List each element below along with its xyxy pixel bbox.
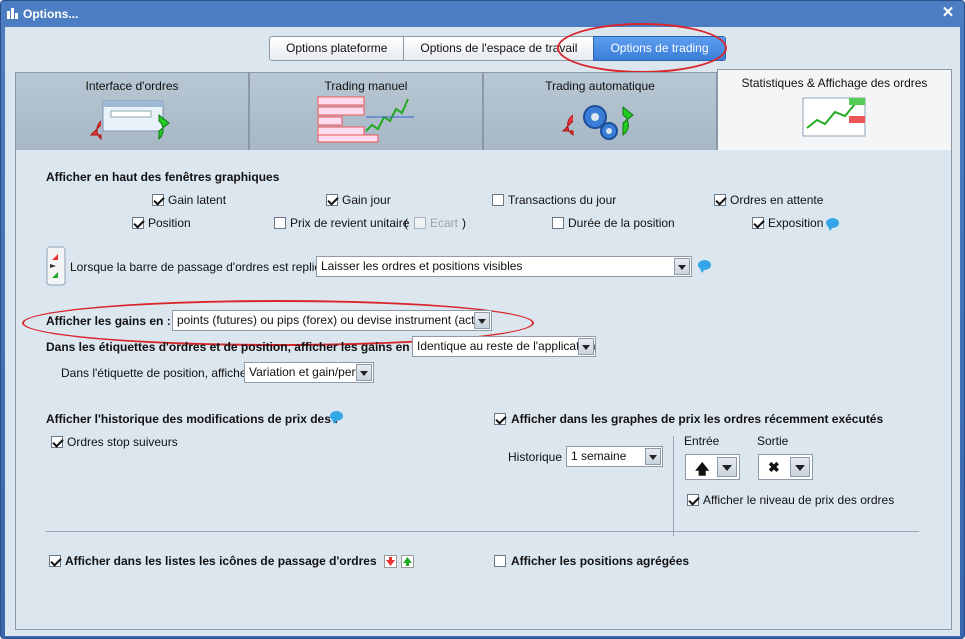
sortie-label: Sortie: [757, 434, 789, 448]
gain-latent-label: Gain latent: [168, 193, 227, 207]
dialog-content: Options plateforme Options de l'espace d…: [5, 23, 960, 636]
chevron-down-icon: [578, 338, 594, 355]
tab-label: Statistiques & Affichage des ordres: [741, 76, 928, 90]
niveau-prix-checkbox[interactable]: [687, 494, 699, 506]
entree-label: Entrée: [684, 434, 720, 448]
labels-gains-select[interactable]: Identique au reste de l'application: [412, 336, 596, 357]
chevron-down-icon: [790, 457, 810, 477]
tab-statistiques-affichage[interactable]: Statistiques & Affichage des ordres: [717, 69, 952, 151]
paren-open: (: [404, 216, 408, 230]
window-title: Options...: [23, 7, 79, 21]
position-label: Position: [148, 216, 191, 230]
prix-revient-label: Prix de revient unitaire: [290, 216, 410, 230]
arrow-up-icon: 🡅: [695, 461, 710, 477]
chevron-down-icon: [645, 448, 661, 465]
gains-label: Afficher les gains en :: [46, 314, 171, 328]
labels-gains-value: Identique au reste de l'application: [417, 339, 596, 353]
transactions-jour-label: Transactions du jour: [508, 193, 617, 207]
niveau-prix-label: Afficher le niveau de prix des ordres: [703, 493, 895, 507]
tab-trading-manuel[interactable]: Trading manuel: [249, 72, 483, 150]
ordres-attente-checkbox[interactable]: [714, 194, 726, 206]
chart-windows-heading: Afficher en haut des fenêtres graphiques: [46, 170, 280, 184]
tab-label: Interface d'ordres: [85, 79, 179, 93]
gain-jour-label: Gain jour: [342, 193, 391, 207]
prix-revient-checkbox[interactable]: [274, 217, 286, 229]
buy-order-icon: [401, 555, 414, 568]
title-bar: Options... ✕: [1, 1, 964, 27]
sortie-icon-select[interactable]: ✖: [758, 454, 813, 480]
tab-label: Trading manuel: [324, 79, 408, 93]
collapsed-bar-label: Lorsque la barre de passage d'ordres est…: [70, 260, 335, 274]
ecart-checkbox[interactable]: [414, 217, 426, 229]
entree-icon-select[interactable]: 🡅: [685, 454, 740, 480]
position-label-select[interactable]: Variation et gain/perte: [244, 362, 374, 383]
tab-interface-ordres[interactable]: Interface d'ordres: [15, 72, 249, 150]
chevron-down-icon: [356, 364, 372, 381]
collapsed-bar-value: Laisser les ordres et positions visibles: [321, 259, 523, 273]
highlight-ellipse-trading-tab: [557, 23, 727, 73]
info-bubble-icon[interactable]: [826, 218, 839, 231]
exposition-label: Exposition: [768, 216, 824, 230]
position-label-value: Variation et gain/perte: [249, 365, 366, 379]
ecart-label: Ecart: [430, 216, 459, 230]
stop-suiveurs-checkbox[interactable]: [51, 436, 63, 448]
vertical-divider: [673, 436, 674, 536]
recent-orders-checkbox[interactable]: [494, 413, 506, 425]
duree-position-label: Durée de la position: [568, 216, 675, 230]
transactions-jour-checkbox[interactable]: [492, 194, 504, 206]
info-bubble-icon[interactable]: [698, 260, 711, 273]
exposition-checkbox[interactable]: [752, 217, 764, 229]
order-interface-icon: [89, 100, 170, 141]
gains-value: points (futures) ou pips (forex) ou devi…: [177, 313, 492, 327]
statistics-panel: Afficher en haut des fenêtres graphiques…: [15, 150, 952, 630]
labels-gains-label: Dans les étiquettes d'ordres et de posit…: [46, 340, 417, 354]
gains-select[interactable]: points (futures) ou pips (forex) ou devi…: [172, 310, 492, 331]
historique-label: Historique: [508, 450, 563, 464]
chevron-down-icon: [674, 258, 690, 275]
paren-close: ): [462, 216, 466, 230]
duree-position-checkbox[interactable]: [552, 217, 564, 229]
gain-latent-checkbox[interactable]: [152, 194, 164, 206]
stop-suiveurs-label: Ordres stop suiveurs: [67, 435, 178, 449]
info-bubble-icon[interactable]: [330, 411, 343, 424]
gain-jour-checkbox[interactable]: [326, 194, 338, 206]
options-window: Options... ✕ Options plateforme Options …: [0, 0, 965, 639]
horizontal-divider: [46, 531, 919, 532]
position-checkbox[interactable]: [132, 217, 144, 229]
recent-orders-heading: Afficher dans les graphes de prix les or…: [511, 412, 884, 426]
history-heading: Afficher l'historique des modifications …: [46, 412, 339, 426]
automatic-trading-icon: [561, 105, 634, 140]
tab-label: Trading automatique: [545, 79, 655, 93]
statistics-icon: [802, 97, 865, 137]
sub-tabs: Interface d'ordres Trading manuel Tradin…: [15, 69, 952, 151]
positions-agregees-label: Afficher les positions agrégées: [511, 554, 690, 568]
manual-trading-icon: [317, 96, 414, 143]
tab-trading-automatique[interactable]: Trading automatique: [483, 72, 717, 150]
close-icon[interactable]: ✕: [940, 5, 956, 21]
position-label-label: Dans l'étiquette de position, afficher :: [61, 366, 258, 380]
icons-lists-label: Afficher dans les listes les icônes de p…: [65, 554, 377, 568]
chevron-down-icon: [474, 312, 490, 329]
chevron-down-icon: [717, 457, 737, 477]
sell-order-icon: [384, 555, 397, 568]
ordres-attente-label: Ordres en attente: [730, 193, 824, 207]
tab-options-plateforme[interactable]: Options plateforme: [269, 36, 405, 61]
historique-value: 1 semaine: [571, 449, 627, 463]
collapsed-bar-icon: [46, 246, 66, 286]
app-icon: [7, 8, 18, 19]
icons-lists-checkbox[interactable]: [49, 555, 61, 567]
historique-select[interactable]: 1 semaine: [566, 446, 663, 467]
cross-icon: ✖: [768, 459, 780, 475]
positions-agregees-checkbox[interactable]: [494, 555, 506, 567]
collapsed-bar-select[interactable]: Laisser les ordres et positions visibles: [316, 256, 692, 277]
